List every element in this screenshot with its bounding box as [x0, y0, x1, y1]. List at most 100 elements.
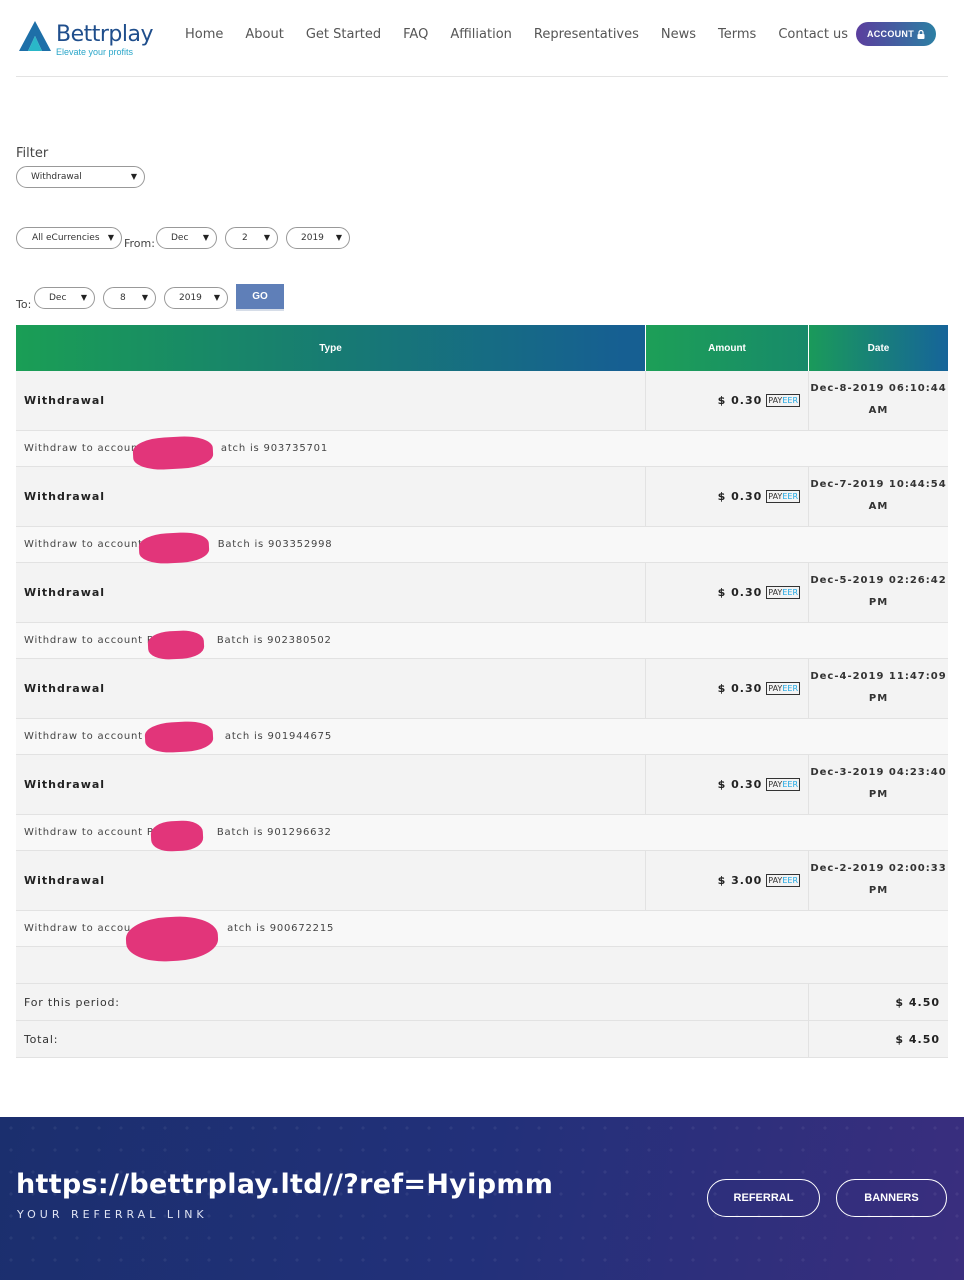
from-year-select[interactable]: 2019 ▼	[286, 227, 350, 249]
desc-prefix: Withdraw to account P	[24, 539, 154, 550]
dropdown-arrow-icon: ▼	[130, 172, 137, 181]
row-amount: $ 0.30	[717, 490, 763, 503]
table-row: Withdrawal $ 0.30 PAYEER Dec-5-2019 02:2…	[16, 563, 948, 623]
to-year-value: 2019	[179, 293, 202, 303]
row-amount: $ 0.30	[717, 586, 763, 599]
desc-batch: Batch is 902380502	[216, 635, 332, 646]
from-day-select[interactable]: 2 ▼	[225, 227, 278, 249]
from-label: From:	[124, 237, 155, 250]
row-amount-cell: $ 3.00 PAYEER	[645, 851, 808, 910]
lock-icon	[917, 29, 925, 39]
row-date-line1: Dec-2-2019 02:00:33	[810, 863, 947, 874]
from-month-select[interactable]: Dec ▼	[156, 227, 217, 249]
account-button-label: ACCOUNT	[866, 29, 915, 39]
dropdown-arrow-icon: ▼	[80, 293, 87, 302]
row-date-line2: AM	[868, 405, 889, 416]
row-date: Dec-3-2019 04:23:40 PM	[808, 755, 948, 814]
currency-select-value: All eCurrencies	[32, 233, 100, 243]
history-table: Type Amount Date Withdrawal $ 0.30 PAYEE…	[16, 325, 948, 1058]
payeer-icon: PAYEER	[766, 394, 800, 407]
banners-button[interactable]: BANNERS	[836, 1179, 947, 1217]
row-date-line2: AM	[868, 501, 889, 512]
site-logo[interactable]: Bettrplay Elevate your profits	[18, 20, 154, 60]
from-day-value: 2	[242, 233, 248, 243]
row-amount: $ 0.30	[717, 394, 763, 407]
nav-terms[interactable]: Terms	[707, 27, 767, 42]
row-date-line1: Dec-7-2019 10:44:54	[810, 479, 947, 490]
row-date-line2: PM	[868, 597, 889, 608]
period-value: $ 4.50	[808, 984, 948, 1020]
brand-tagline: Elevate your profits	[56, 47, 134, 57]
currency-select[interactable]: All eCurrencies ▼	[16, 227, 122, 249]
row-description: Withdraw to accou atch is 900672215	[16, 911, 948, 964]
redaction-mark	[132, 434, 214, 472]
row-date-line1: Dec-5-2019 02:26:42	[810, 575, 947, 586]
row-date: Dec-7-2019 10:44:54 AM	[808, 467, 948, 526]
redaction-mark	[144, 720, 214, 754]
logo-icon	[19, 21, 51, 51]
to-day-value: 8	[120, 293, 126, 303]
go-button[interactable]: GO	[236, 284, 284, 311]
table-row: Withdrawal $ 3.00 PAYEER Dec-2-2019 02:0…	[16, 851, 948, 911]
period-label: For this period:	[24, 995, 120, 1009]
desc-prefix: Withdraw to account P6	[24, 827, 161, 838]
desc-batch: Batch is 901296632	[216, 827, 332, 838]
desc-prefix: Withdraw to account P6	[24, 635, 161, 646]
row-date: Dec-8-2019 06:10:44 AM	[808, 371, 948, 430]
desc-prefix: Withdraw to account P6	[24, 731, 161, 742]
dropdown-arrow-icon: ▼	[107, 233, 114, 242]
row-type: Withdrawal	[24, 586, 106, 599]
nav-contact-us[interactable]: Contact us	[767, 27, 859, 42]
redaction-mark	[147, 629, 205, 661]
nav-faq[interactable]: FAQ	[392, 27, 439, 42]
dropdown-arrow-icon: ▼	[141, 293, 148, 302]
nav-get-started[interactable]: Get Started	[295, 27, 392, 42]
row-type: Withdrawal	[24, 490, 106, 503]
row-date: Dec-2-2019 02:00:33 PM	[808, 851, 948, 910]
nav-about[interactable]: About	[234, 27, 294, 42]
nav-affiliation[interactable]: Affiliation	[439, 27, 523, 42]
table-row: Withdrawal $ 0.30 PAYEER Dec-3-2019 04:2…	[16, 755, 948, 815]
from-year-value: 2019	[301, 233, 324, 243]
nav-news[interactable]: News	[650, 27, 707, 42]
total-value: $ 4.50	[808, 1021, 948, 1057]
row-date-line1: Dec-8-2019 06:10:44	[810, 383, 947, 394]
referral-button[interactable]: REFERRAL	[707, 1179, 820, 1217]
row-amount: $ 3.00	[717, 874, 763, 887]
table-row: Withdrawal $ 0.30 PAYEER Dec-4-2019 11:4…	[16, 659, 948, 719]
referral-link[interactable]: https://bettrplay.ltd//?ref=Hyipmm	[16, 1169, 553, 1200]
row-description: Withdraw to account P Batch is 903352998	[16, 527, 948, 565]
row-description: Withdraw to account P6 Batch is 90129663…	[16, 815, 948, 853]
to-month-select[interactable]: Dec ▼	[34, 287, 95, 309]
site-header: Bettrplay Elevate your profits Home Abou…	[0, 0, 964, 78]
table-row: Withdrawal $ 0.30 PAYEER Dec-8-2019 06:1…	[16, 371, 948, 431]
total-label: Total:	[24, 1032, 59, 1046]
row-date-line2: PM	[868, 885, 889, 896]
row-amount-cell: $ 0.30 PAYEER	[645, 755, 808, 814]
payeer-icon: PAYEER	[766, 682, 800, 695]
nav-representatives[interactable]: Representatives	[523, 27, 650, 42]
row-date: Dec-5-2019 02:26:42 PM	[808, 563, 948, 622]
row-description: Withdraw to account P6 Batch is 90238050…	[16, 623, 948, 661]
row-type: Withdrawal	[24, 394, 106, 407]
header-type: Type	[319, 342, 342, 354]
row-type: Withdrawal	[24, 874, 106, 887]
nav-home[interactable]: Home	[174, 27, 234, 42]
desc-batch: atch is 901944675	[224, 731, 332, 742]
to-year-select[interactable]: 2019 ▼	[164, 287, 228, 309]
header-amount: Amount	[645, 325, 808, 371]
to-day-select[interactable]: 8 ▼	[103, 287, 156, 309]
dropdown-arrow-icon: ▼	[202, 233, 209, 242]
period-summary-row: For this period: $ 4.50	[16, 984, 948, 1021]
row-amount: $ 0.30	[717, 778, 763, 791]
row-date-line1: Dec-4-2019 11:47:09	[810, 671, 947, 682]
payeer-icon: PAYEER	[766, 874, 800, 887]
desc-batch: atch is 903735701	[220, 443, 328, 454]
dropdown-arrow-icon: ▼	[335, 233, 342, 242]
row-type: Withdrawal	[24, 778, 106, 791]
from-month-value: Dec	[171, 233, 189, 243]
header-divider	[16, 76, 948, 77]
total-summary-row: Total: $ 4.50	[16, 1021, 948, 1058]
account-button[interactable]: ACCOUNT	[856, 22, 936, 46]
type-select[interactable]: Withdrawal ▼	[16, 166, 145, 188]
